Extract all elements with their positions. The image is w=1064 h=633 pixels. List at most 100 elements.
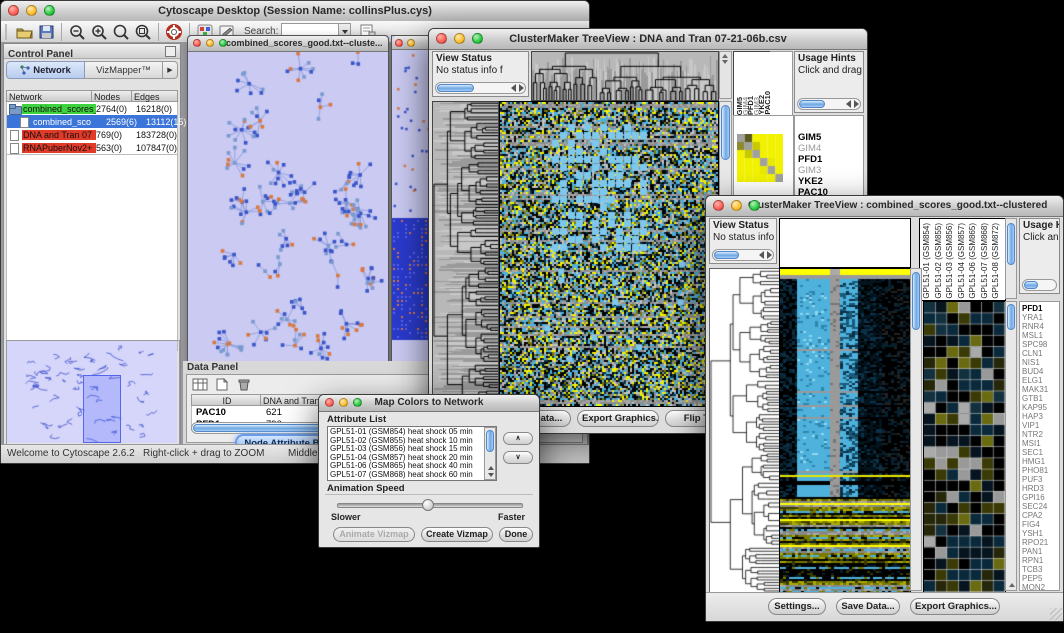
tv2-gene-label[interactable]: CPA2 (1022, 511, 1059, 520)
tv2-gene-label[interactable]: SEC24 (1022, 502, 1059, 511)
tv2-gene-label[interactable]: YSH1 (1022, 529, 1059, 538)
animate-vizmap-button[interactable]: Animate Vizmap (333, 527, 415, 542)
tv2-gene-label[interactable]: NIS1 (1022, 358, 1059, 367)
tv2-col-label[interactable]: GPL51-04 (GSM857) (957, 223, 966, 299)
close-button[interactable] (8, 5, 19, 16)
tv2-gene-label[interactable]: SPC98 (1022, 340, 1059, 349)
tv2-col-label[interactable]: GPL51-06 (GSM865) (968, 223, 977, 299)
map-dialog-titlebar[interactable]: Map Colors to Network (319, 395, 539, 412)
tv2-gene-label[interactable]: RPN1 (1022, 556, 1059, 565)
close-button[interactable] (436, 33, 447, 44)
zoom-window-button[interactable] (219, 39, 227, 47)
tv2-left-dendrogram[interactable] (709, 268, 781, 593)
slider-thumb[interactable] (422, 499, 434, 511)
tv2-gene-label[interactable]: RNR4 (1022, 322, 1059, 331)
zoom-window-button[interactable] (44, 5, 55, 16)
tv2-gene-label[interactable]: MSL1 (1022, 331, 1059, 340)
network-canvas[interactable] (188, 52, 386, 362)
close-button[interactable] (193, 39, 201, 47)
col-network[interactable]: Network (6, 90, 92, 102)
move-attribute-up-button[interactable]: ∧ (503, 432, 533, 445)
tv2-usage-hscrollbar[interactable] (1022, 279, 1057, 291)
tv1-export-graphics-button[interactable]: Export Graphics... (577, 410, 659, 427)
tv2-save-data-button[interactable]: Save Data... (836, 598, 900, 615)
close-button[interactable] (713, 200, 724, 211)
tv2-export-graphics-button[interactable]: Export Graphics... (910, 598, 1000, 615)
tv1-zoom-matrix[interactable] (737, 134, 783, 182)
minimize-button[interactable] (339, 398, 348, 407)
tv2-gene-label[interactable]: PFD1 (1022, 304, 1059, 313)
treeview2-titlebar[interactable]: ClusterMaker TreeView : combined_scores_… (706, 196, 1063, 217)
network-list-row[interactable]: combined_sco2569(6)13112(15) (7, 115, 177, 128)
save-session-icon[interactable] (35, 22, 57, 42)
new-attribute-icon[interactable] (213, 377, 231, 392)
network-view-titlebar[interactable]: combined_scores_good.txt--cluste... (188, 36, 388, 52)
tv2-labels-vscrollbar[interactable] (1005, 218, 1017, 299)
tv2-gene-label[interactable]: VIP1 (1022, 421, 1059, 430)
tv2-gene-label[interactable]: TCB3 (1022, 565, 1059, 574)
float-panel-icon[interactable] (165, 46, 176, 57)
tv2-gene-label[interactable]: SEC1 (1022, 448, 1059, 457)
tv1-usage-hscrollbar[interactable] (797, 98, 861, 110)
network-list-row[interactable]: combined_scores_2764(0)16218(0) (7, 102, 177, 115)
network-list-row[interactable]: DNA and Tran 07769(0)183728(0) (7, 128, 177, 141)
tv2-gene-label[interactable]: PHO81 (1022, 466, 1059, 475)
tv2-gene-label[interactable]: HAP3 (1022, 412, 1059, 421)
zoom-selected-icon[interactable] (110, 22, 132, 42)
tv1-status-hscrollbar[interactable] (435, 82, 526, 94)
tv2-gene-label[interactable]: MAK31 (1022, 385, 1059, 394)
attribute-table-icon[interactable] (191, 377, 209, 392)
done-button[interactable]: Done (499, 527, 533, 542)
tab-network[interactable]: Network (6, 61, 85, 79)
tab-overflow-button[interactable]: ▶ (163, 61, 178, 79)
tv1-top-dendrogram[interactable] (531, 51, 719, 101)
tab-vizmapper[interactable]: VizMapper™ (85, 61, 163, 79)
tv2-gene-label[interactable]: GTB1 (1022, 394, 1059, 403)
tv1-gene-label[interactable]: YKE2 (798, 176, 863, 187)
attribute-listbox[interactable]: GPL51-01 (GSM854) heat shock 05 minGPL51… (327, 426, 497, 481)
tv2-gene-label[interactable]: PEP5 (1022, 574, 1059, 583)
tv2-col-label[interactable]: GPL51-03 (GSM856) (945, 223, 954, 299)
tv2-gene-label[interactable]: NTR2 (1022, 430, 1059, 439)
tv1-gene-label[interactable]: GIM4 (798, 143, 863, 154)
tv2-gene-label[interactable]: KAP95 (1022, 403, 1059, 412)
minimize-button[interactable] (26, 5, 37, 16)
tv2-zoom-heatmap[interactable] (923, 301, 1006, 593)
minimize-button[interactable] (454, 33, 465, 44)
tv2-gene-label[interactable]: HRD3 (1022, 484, 1059, 493)
open-session-icon[interactable] (13, 22, 35, 42)
id-column-header[interactable]: ID (191, 394, 261, 406)
tv2-gene-label[interactable]: ELG1 (1022, 376, 1059, 385)
network-view2-titlebar[interactable] (392, 36, 430, 50)
tv2-col-label[interactable]: GPL51-07 (GSM868) (980, 223, 989, 299)
tv2-gene-label[interactable]: PUF3 (1022, 475, 1059, 484)
tv1-gene-label[interactable]: GIM3 (798, 165, 863, 176)
tv2-heatmap[interactable] (779, 268, 911, 593)
network-canvas-2[interactable] (392, 50, 428, 361)
tv2-col-label[interactable]: GPL51-01 (GSM854) (922, 223, 931, 299)
zoom-in-icon[interactable] (88, 22, 110, 42)
overview-selection-rect[interactable] (83, 375, 121, 443)
col-nodes[interactable]: Nodes (92, 90, 132, 102)
tv2-gene-label[interactable]: RPO21 (1022, 538, 1059, 547)
tv2-gene-label[interactable]: FIG4 (1022, 520, 1059, 529)
tv2-gene-label[interactable]: HMG1 (1022, 457, 1059, 466)
animation-speed-slider[interactable] (337, 503, 523, 508)
minimize-button[interactable] (206, 39, 214, 47)
attribute-list-vscrollbar[interactable] (484, 427, 496, 480)
resize-grip[interactable] (1050, 608, 1062, 620)
tv1-left-dendrogram[interactable] (432, 101, 499, 407)
tv1-gene-label[interactable]: PFD1 (798, 154, 863, 165)
zoom-window-button[interactable] (472, 33, 483, 44)
tv2-gene-label[interactable]: PAN1 (1022, 547, 1059, 556)
tv2-settings-button[interactable]: Settings... (768, 598, 826, 615)
network-overview[interactable] (6, 340, 180, 446)
create-vizmap-button[interactable]: Create Vizmap (421, 527, 493, 542)
minimize-button[interactable] (407, 39, 415, 47)
network-list-row[interactable]: RNAPuberNov2+563(0)107847(0) (7, 141, 177, 154)
treeview1-titlebar[interactable]: ClusterMaker TreeView : DNA and Tran 07-… (429, 29, 867, 50)
tv2-genes-vscrollbar[interactable] (1005, 301, 1017, 591)
tv2-gene-label[interactable]: MSI1 (1022, 439, 1059, 448)
help-lifebuoy-icon[interactable] (163, 22, 185, 42)
tv2-status-hscrollbar[interactable] (712, 249, 774, 261)
